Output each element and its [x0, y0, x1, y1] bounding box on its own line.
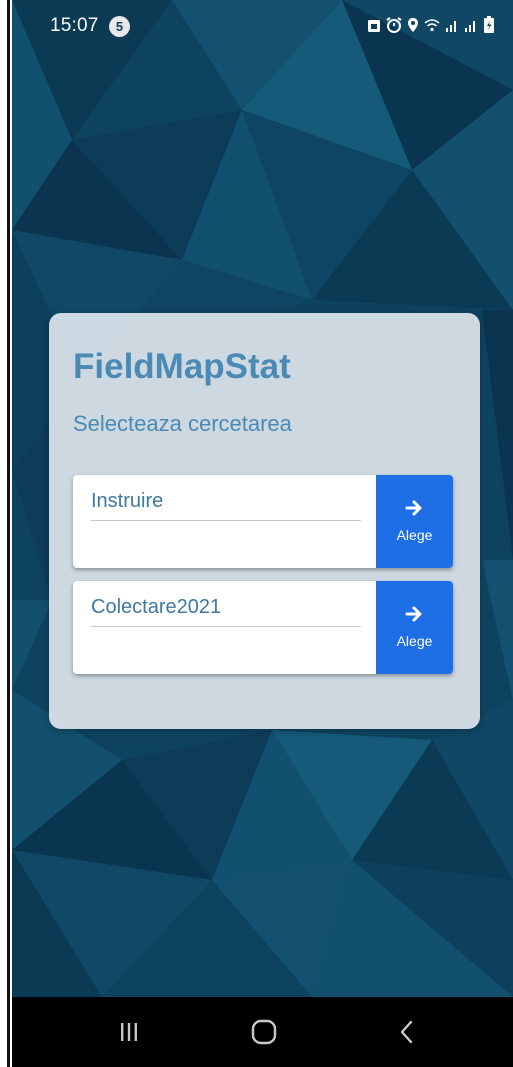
survey-name: Colectare2021	[91, 596, 222, 618]
notification-count-badge: 5	[109, 16, 130, 37]
survey-name-underline	[91, 520, 361, 521]
location-icon	[408, 18, 418, 32]
battery-icon	[484, 16, 494, 33]
status-icons	[367, 14, 495, 36]
wifi-icon	[424, 19, 440, 32]
system-navigation-bar	[12, 997, 513, 1067]
choose-survey-button[interactable]: Alege	[376, 475, 453, 568]
arrow-right-icon	[405, 500, 422, 516]
alarm-icon	[386, 17, 402, 33]
choose-button-label: Alege	[396, 633, 433, 649]
status-bar: 15:07 5	[12, 0, 513, 52]
back-button[interactable]	[367, 997, 447, 1067]
app-title: FieldMapStat	[73, 347, 291, 386]
survey-selection-card: FieldMapStat Selecteaza cercetarea Instr…	[49, 313, 480, 729]
home-button[interactable]	[224, 997, 304, 1067]
choose-button-label: Alege	[396, 527, 433, 543]
survey-item-colectare2021: Colectare2021 Alege	[73, 581, 453, 674]
lock-icon	[368, 20, 380, 32]
survey-item-instruire: Instruire Alege	[73, 475, 453, 568]
phone-screen: 15:07 5 FieldMapStat Selecteaza cercetar…	[12, 0, 513, 1067]
recent-apps-icon	[121, 1023, 137, 1041]
signal-icon	[465, 21, 475, 32]
left-border	[0, 0, 12, 1067]
back-icon	[400, 1020, 413, 1044]
choose-survey-button[interactable]: Alege	[376, 581, 453, 674]
signal-icon	[446, 21, 456, 32]
page-subtitle: Selecteaza cercetarea	[73, 411, 292, 436]
survey-name: Instruire	[91, 490, 164, 512]
recent-apps-button[interactable]	[89, 997, 169, 1067]
survey-name-underline	[91, 626, 361, 627]
border-line	[7, 0, 10, 1067]
home-icon	[251, 1019, 277, 1045]
arrow-right-icon	[405, 606, 422, 622]
status-time: 15:07	[50, 15, 99, 36]
